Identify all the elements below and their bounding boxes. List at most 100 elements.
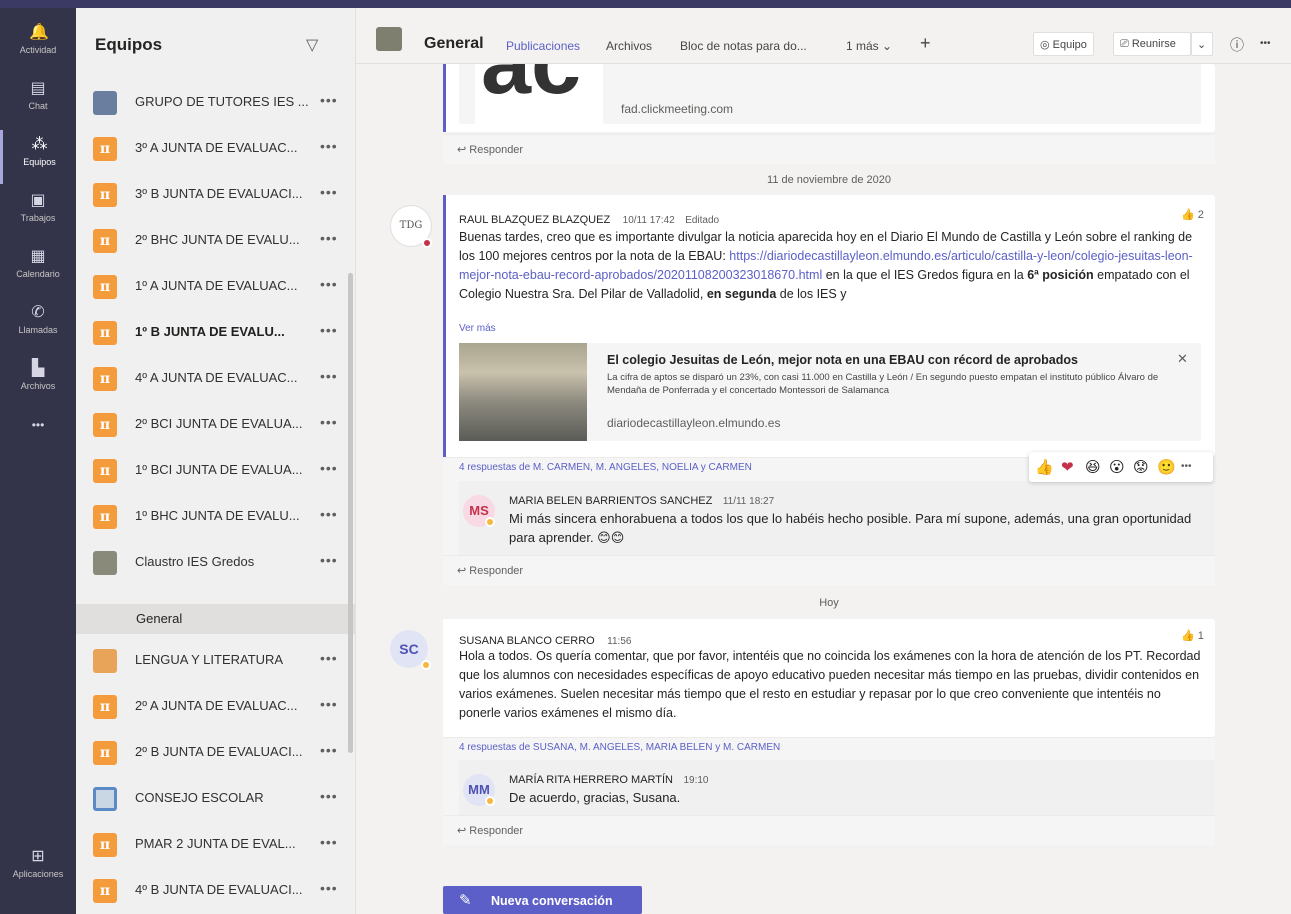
more-options-icon[interactable]: ••• bbox=[320, 322, 338, 338]
reply-button[interactable]: ↩ Responder bbox=[443, 555, 1215, 585]
rail-item-activity[interactable]: 🔔 Actividad bbox=[0, 18, 76, 72]
team-item[interactable]: π 2º BCI JUNTA DE EVALUA... ••• bbox=[76, 402, 356, 448]
laugh-reaction-icon[interactable]: 😆 bbox=[1085, 458, 1101, 476]
team-avatar bbox=[93, 551, 117, 575]
filter-icon[interactable]: ▽ bbox=[306, 35, 318, 55]
tab-more[interactable]: 1 más ⌄ bbox=[846, 39, 892, 53]
team-item[interactable]: π 4º B JUNTA DE EVALUACI... ••• bbox=[76, 868, 356, 914]
team-item[interactable]: π 1º A JUNTA DE EVALUAC... ••• bbox=[76, 264, 356, 310]
channel-item-general[interactable]: General bbox=[76, 604, 356, 634]
like-count[interactable]: 👍 2 bbox=[1181, 208, 1204, 221]
reply-time: 11/11 18:27 bbox=[722, 496, 775, 507]
more-options-icon[interactable]: ••• bbox=[320, 184, 338, 200]
more-options-icon[interactable]: ••• bbox=[1260, 38, 1271, 49]
team-label: GRUPO DE TUTORES IES ... bbox=[135, 94, 309, 109]
more-reactions-icon[interactable]: ••• bbox=[1181, 461, 1192, 472]
team-item[interactable]: GRUPO DE TUTORES IES ... ••• bbox=[76, 80, 356, 126]
more-options-icon[interactable]: ••• bbox=[320, 276, 338, 292]
team-avatar: π bbox=[93, 741, 117, 765]
team-item[interactable]: π 3º B JUNTA DE EVALUACI... ••• bbox=[76, 172, 356, 218]
team-item[interactable]: π 1º BHC JUNTA DE EVALU... ••• bbox=[76, 494, 356, 540]
add-tab-icon[interactable]: + bbox=[920, 33, 931, 54]
close-icon[interactable]: ✕ bbox=[1177, 351, 1188, 367]
link-preview-previous[interactable]: ac fad.clickmeeting.com bbox=[459, 64, 1201, 124]
more-options-icon[interactable]: ••• bbox=[320, 92, 338, 108]
more-options-icon[interactable]: ••• bbox=[320, 834, 338, 850]
message-body: Buenas tardes, creo que es importante di… bbox=[459, 230, 1193, 301]
team-label: 4º B JUNTA DE EVALUACI... bbox=[135, 882, 303, 897]
reply-body: De acuerdo, gracias, Susana. bbox=[509, 790, 681, 805]
team-item[interactable]: π 4º A JUNTA DE EVALUAC... ••• bbox=[76, 356, 356, 402]
link-preview[interactable]: El colegio Jesuitas de León, mejor nota … bbox=[459, 343, 1201, 441]
tab-files[interactable]: Archivos bbox=[606, 39, 652, 53]
see-more-link[interactable]: Ver más bbox=[459, 323, 496, 334]
preview-description: La cifra de aptos se disparó un 23%, con… bbox=[607, 372, 1159, 396]
smile-reaction-icon[interactable]: 🙂 bbox=[1157, 458, 1176, 476]
more-options-icon[interactable]: ••• bbox=[320, 880, 338, 896]
rail-item-chat[interactable]: ▤ Chat bbox=[0, 74, 76, 128]
team-avatar bbox=[93, 787, 117, 811]
team-item[interactable]: π 3º A JUNTA DE EVALUAC... ••• bbox=[76, 126, 356, 172]
app-rail: 🔔 Actividad ▤ Chat ⁂ Equipos ▣ Trabajos … bbox=[0, 8, 76, 914]
tab-notebook[interactable]: Bloc de notas para do... bbox=[680, 39, 807, 53]
more-options-icon[interactable]: ••• bbox=[320, 460, 338, 476]
sidebar-scrollbar[interactable] bbox=[348, 273, 353, 753]
team-item[interactable]: π 2º B JUNTA DE EVALUACI... ••• bbox=[76, 730, 356, 776]
more-options-icon[interactable]: ••• bbox=[320, 742, 338, 758]
team-label: 3º A JUNTA DE EVALUAC... bbox=[135, 140, 298, 155]
presence-away-icon bbox=[421, 660, 431, 670]
team-item[interactable]: π 1º B JUNTA DE EVALU... ••• bbox=[76, 310, 356, 356]
team-label: 2º BCI JUNTA DE EVALUA... bbox=[135, 416, 303, 431]
team-item[interactable]: Claustro IES Gredos ••• bbox=[76, 540, 356, 586]
team-avatar: π bbox=[93, 695, 117, 719]
heart-reaction-icon[interactable]: ❤ bbox=[1061, 458, 1074, 476]
like-reaction-icon[interactable]: 👍 bbox=[1035, 458, 1054, 476]
replies-summary-link[interactable]: 4 respuestas de M. CARMEN, M. ANGELES, N… bbox=[459, 462, 752, 473]
rail-item-calendar[interactable]: ▦ Calendario bbox=[0, 242, 76, 296]
team-item[interactable]: π 2º A JUNTA DE EVALUAC... ••• bbox=[76, 684, 356, 730]
team-avatar: π bbox=[93, 183, 117, 207]
message-author: SUSANA BLANCO CERRO bbox=[459, 635, 595, 647]
more-options-icon[interactable]: ••• bbox=[320, 788, 338, 804]
team-item[interactable]: CONSEJO ESCOLAR ••• bbox=[76, 776, 356, 822]
sad-reaction-icon[interactable]: 😟 bbox=[1133, 458, 1149, 476]
more-options-icon[interactable]: ••• bbox=[320, 506, 338, 522]
sidebar-title: Equipos bbox=[95, 35, 163, 54]
surprised-reaction-icon[interactable]: 😮 bbox=[1109, 458, 1125, 476]
more-options-icon[interactable]: ••• bbox=[320, 138, 338, 154]
more-options-icon[interactable]: ••• bbox=[320, 696, 338, 712]
team-item[interactable]: π PMAR 2 JUNTA DE EVAL... ••• bbox=[76, 822, 356, 868]
rail-item-files[interactable]: ▙ Archivos bbox=[0, 354, 76, 408]
more-options-icon[interactable]: ••• bbox=[320, 368, 338, 384]
like-count[interactable]: 👍 1 bbox=[1181, 629, 1204, 642]
apps-icon: ⊞ bbox=[31, 848, 45, 865]
team-button[interactable]: ◎ Equipo bbox=[1033, 32, 1094, 56]
more-options-icon[interactable]: ••• bbox=[320, 650, 338, 666]
info-icon[interactable]: ⓘ bbox=[1230, 35, 1244, 55]
rail-item-teams[interactable]: ⁂ Equipos bbox=[0, 130, 76, 184]
team-avatar: π bbox=[93, 879, 117, 903]
rail-item-more-apps[interactable]: ••• bbox=[0, 410, 76, 464]
more-options-icon[interactable]: ••• bbox=[320, 230, 338, 246]
rail-item-calls[interactable]: ✆ Llamadas bbox=[0, 298, 76, 352]
meet-dropdown-icon[interactable]: ⌄ bbox=[1191, 32, 1213, 56]
team-avatar: π bbox=[93, 833, 117, 857]
team-item[interactable]: π 1º BCI JUNTA DE EVALUA... ••• bbox=[76, 448, 356, 494]
team-item[interactable]: LENGUA Y LITERATURA ••• bbox=[76, 638, 356, 684]
more-options-icon[interactable]: ••• bbox=[320, 552, 338, 568]
channel-label: General bbox=[136, 611, 183, 626]
new-conversation-button[interactable]: ✎ Nueva conversación bbox=[443, 886, 642, 914]
rail-item-apps[interactable]: ⊞ Aplicaciones bbox=[0, 842, 76, 896]
team-item[interactable]: π 2º BHC JUNTA DE EVALU... ••• bbox=[76, 218, 356, 264]
new-conversation-label: Nueva conversación bbox=[491, 894, 613, 908]
phone-icon: ✆ bbox=[31, 304, 45, 321]
meet-button[interactable]: ⎚ Reunirse bbox=[1113, 32, 1191, 56]
rail-item-assignments[interactable]: ▣ Trabajos bbox=[0, 186, 76, 240]
preview-thumbnail: ac bbox=[475, 64, 603, 124]
more-options-icon[interactable]: ••• bbox=[320, 414, 338, 430]
presence-away-icon bbox=[485, 796, 495, 806]
reply-button[interactable]: ↩ Responder bbox=[443, 134, 1215, 164]
replies-summary-link[interactable]: 4 respuestas de SUSANA, M. ANGELES, MARI… bbox=[459, 742, 780, 753]
team-label: Claustro IES Gredos bbox=[135, 554, 255, 569]
reply-button[interactable]: ↩ Responder bbox=[443, 815, 1215, 845]
